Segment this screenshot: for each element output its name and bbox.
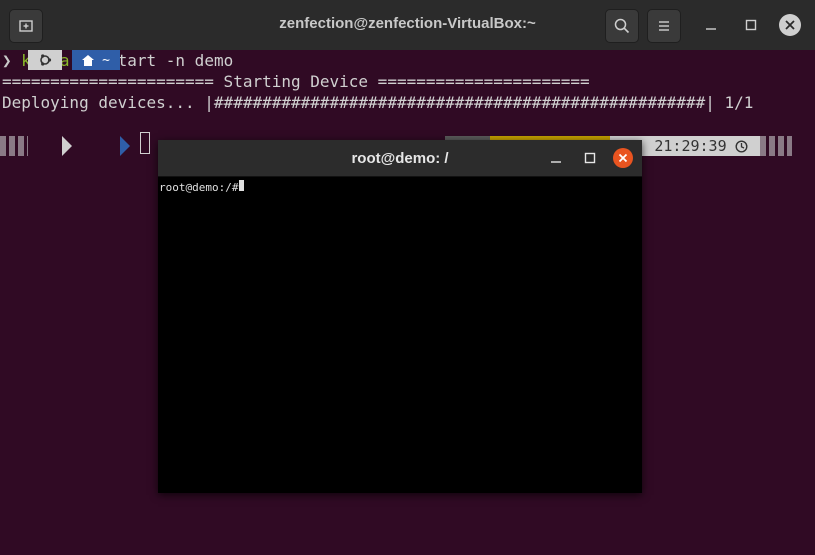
- ubuntu-logo-icon: [40, 54, 52, 66]
- maximize-icon: [745, 19, 757, 31]
- outer-titlebar: zenfection@zenfection-VirtualBox:~: [0, 0, 815, 51]
- inner-titlebar[interactable]: root@demo: /: [158, 140, 642, 177]
- clock-icon: [735, 139, 748, 153]
- minimize-icon: [706, 28, 716, 30]
- inner-cursor: [239, 180, 244, 191]
- inner-close-button[interactable]: [613, 148, 633, 168]
- inner-terminal-output[interactable]: root@demo:/#: [158, 177, 642, 493]
- inner-minimize-button[interactable]: [545, 147, 567, 169]
- hamburger-menu-icon: [659, 21, 669, 31]
- home-segment: ~: [72, 50, 120, 70]
- home-path: ~: [102, 52, 110, 68]
- menu-button[interactable]: [647, 9, 681, 43]
- segment-separator: [62, 136, 72, 156]
- close-button[interactable]: [779, 14, 801, 36]
- clock-time: 21:29:39: [654, 137, 727, 155]
- terminal-cursor: [140, 132, 150, 154]
- inner-terminal-window[interactable]: root@demo: / root@demo:/#: [158, 140, 642, 493]
- inner-window-title: root@demo: /: [351, 150, 449, 167]
- search-icon: [614, 18, 630, 34]
- close-icon: [618, 153, 628, 163]
- prompt-arrow: ❯: [2, 51, 12, 70]
- maximize-icon: [584, 152, 596, 164]
- segment-separator: [120, 136, 130, 156]
- minimize-icon: [551, 161, 561, 163]
- minimize-button[interactable]: [700, 14, 722, 36]
- prompt-right-edge: [760, 136, 792, 156]
- os-segment: [28, 50, 62, 70]
- inner-prompt: root@demo:/#: [159, 181, 246, 194]
- home-icon: [82, 54, 95, 66]
- search-button[interactable]: [605, 9, 639, 43]
- maximize-button[interactable]: [740, 14, 762, 36]
- inner-maximize-button[interactable]: [579, 147, 601, 169]
- banner-line: ====================== Starting Device =…: [2, 72, 590, 91]
- window-title: zenfection@zenfection-VirtualBox:~: [279, 15, 536, 32]
- prompt-left-edge: [0, 136, 28, 156]
- clock-segment: 21:29:39: [642, 136, 760, 156]
- progress-line: Deploying devices... |##################…: [2, 93, 754, 112]
- close-icon: [785, 20, 795, 30]
